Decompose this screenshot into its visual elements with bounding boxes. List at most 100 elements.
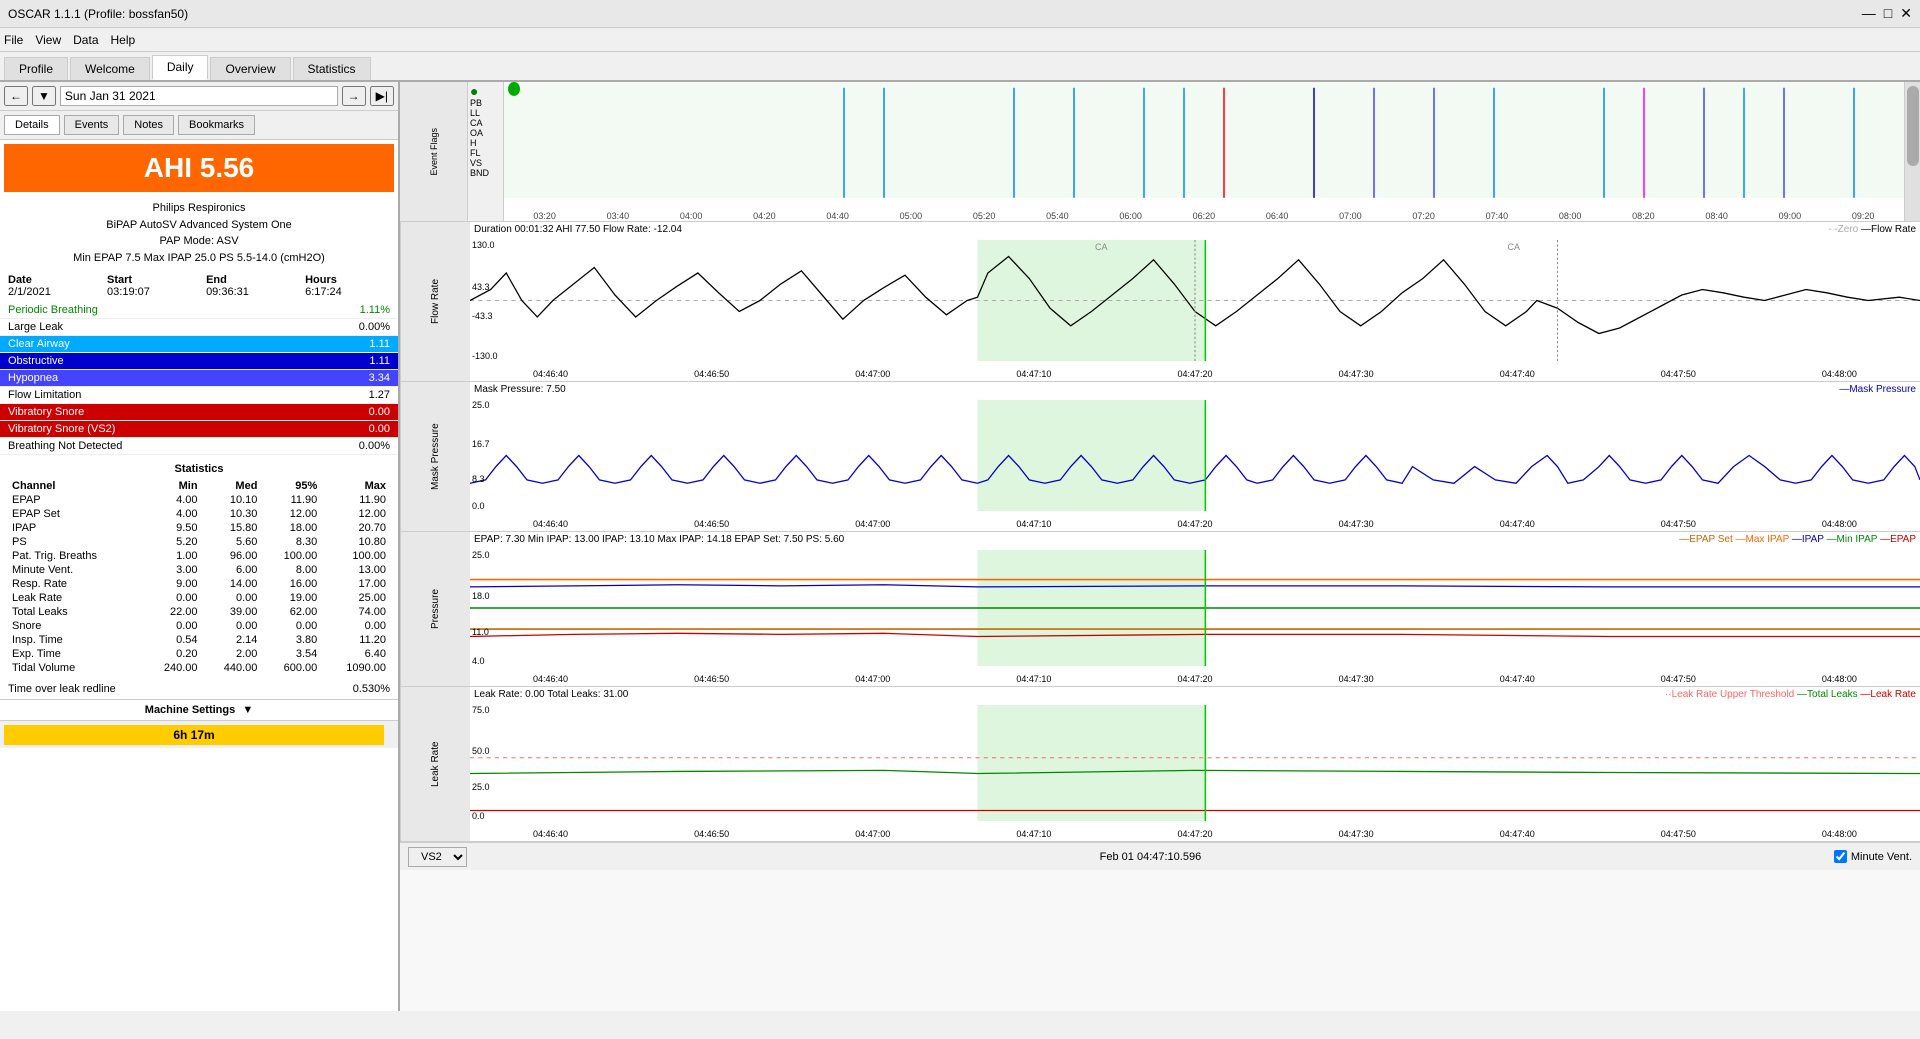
minute-vent-check[interactable] [1834, 850, 1847, 863]
stats-row: EPAP Set 4.00 10.30 12.00 12.00 [8, 507, 390, 521]
mask-pressure-legend: —Mask Pressure [1839, 384, 1916, 395]
flag-label-ll: LL [470, 108, 501, 118]
pressure-chart-row: Pressure EPAP: 7.30 Min IPAP: 13.00 IPAP… [400, 532, 1920, 687]
nav-forward-button[interactable]: → [342, 86, 366, 106]
minute-vent-checkbox: Minute Vent. [1834, 850, 1912, 863]
col-start: Start [107, 274, 206, 286]
subtab-notes[interactable]: Notes [123, 115, 174, 135]
time-over-leak-value: 0.530% [353, 683, 390, 695]
ahi-value: AHI 5.56 [144, 152, 255, 183]
mask-pressure-svg [470, 400, 1920, 511]
mask-pressure-chart-row: Mask Pressure Mask Pressure: 7.50 —Mask … [400, 382, 1920, 532]
flow-y-bottom: -130.0 [472, 351, 498, 361]
machine-settings: Machine Settings ▼ [0, 699, 398, 720]
left-panel: ← ▼ Sun Jan 31 2021 → ▶| Details Events … [0, 82, 400, 1011]
stats-row: Resp. Rate 9.00 14.00 16.00 17.00 [8, 577, 390, 591]
events-list: Periodic Breathing1.11%Large Leak0.00%Cl… [0, 302, 398, 455]
leak-rate-time-axis: 04:46:40 04:46:50 04:47:00 04:47:10 04:4… [470, 829, 1920, 839]
lr-y-bottom: 0.0 [472, 811, 485, 821]
leak-rate-content: Leak Rate: 0.00 Total Leaks: 31.00 ··Lea… [470, 687, 1920, 841]
subtab-bookmarks[interactable]: Bookmarks [178, 115, 255, 135]
event-row-oa: Obstructive1.11 [0, 353, 398, 370]
event-row-ca: Clear Airway1.11 [0, 336, 398, 353]
green-dot: ● [470, 84, 501, 98]
flow-rate-content: Duration 00:01:32 AHI 77.50 Flow Rate: -… [470, 222, 1920, 381]
nav-dropdown-button[interactable]: ▼ [32, 86, 56, 106]
titlebar-title: OSCAR 1.1.1 (Profile: bossfan50) [8, 7, 188, 21]
p-y-mid2: 11.0 [472, 627, 489, 637]
statistics-title: Statistics [8, 463, 390, 475]
tab-overview[interactable]: Overview [210, 57, 290, 80]
tabbar: Profile Welcome Daily Overview Statistic… [0, 52, 1920, 82]
tab-daily[interactable]: Daily [152, 55, 209, 80]
main-content: ← ▼ Sun Jan 31 2021 → ▶| Details Events … [0, 82, 1920, 1011]
flow-y-mid2: -43.3 [472, 311, 493, 321]
event-row-bnd: Breathing Not Detected0.00% [0, 438, 398, 455]
event-row-ll: Large Leak0.00% [0, 319, 398, 336]
stats-row: EPAP 4.00 10.10 11.90 11.90 [8, 493, 390, 507]
col-hours: Hours [305, 274, 390, 286]
stats-row: Tidal Volume 240.00 440.00 600.00 1090.0… [8, 661, 390, 675]
tab-statistics[interactable]: Statistics [293, 57, 371, 80]
event-row-vs: Vibratory Snore0.00 [0, 404, 398, 421]
leak-rate-y-label: Leak Rate [400, 687, 470, 841]
stats-col-min: Min [142, 479, 202, 493]
mp-y-top: 25.0 [472, 400, 490, 410]
event-flags-svg [504, 82, 1904, 221]
pressure-time-axis: 04:46:40 04:46:50 04:47:00 04:47:10 04:4… [470, 674, 1920, 684]
menu-file[interactable]: File [4, 33, 23, 47]
mask-pressure-time-axis: 04:46:40 04:46:50 04:47:00 04:47:10 04:4… [470, 519, 1920, 529]
mp-y-mid2: 8.3 [472, 474, 485, 484]
nav-date-input[interactable]: Sun Jan 31 2021 [60, 86, 338, 106]
pressure-svg [470, 550, 1920, 666]
flow-rate-title: Duration 00:01:32 AHI 77.50 Flow Rate: -… [474, 224, 682, 235]
pressure-legend: —EPAP Set —Max IPAP —IPAP —Min IPAP —EPA… [1679, 534, 1916, 545]
flow-rate-svg [470, 240, 1920, 361]
vs2-dropdown[interactable]: VS2 [408, 847, 467, 867]
session-start: 03:19:07 [107, 286, 206, 298]
nav-back-button[interactable]: ← [4, 86, 28, 106]
tab-profile[interactable]: Profile [4, 57, 68, 80]
flow-rate-y-label: Flow Rate [400, 222, 470, 381]
event-flags-title: Event Flags [429, 128, 439, 176]
bottom-bar: VS2 Feb 01 04:47:10.596 Minute Vent. [400, 842, 1920, 870]
flag-label-h: H [470, 138, 501, 148]
bottom-datetime: Feb 01 04:47:10.596 [475, 851, 1826, 863]
statistics-section: Statistics Channel Min Med 95% Max EPAP … [0, 455, 398, 679]
flow-y-mid1: 43.3 [472, 282, 490, 292]
pressure-y-label: Pressure [400, 532, 470, 686]
menu-data[interactable]: Data [73, 33, 98, 47]
scrollbar[interactable] [1904, 82, 1920, 221]
event-flags-labels: ● PB LL CA OA H FL VS BND [468, 82, 504, 221]
scrollbar-thumb[interactable] [1907, 86, 1919, 166]
subtab-details[interactable]: Details [4, 115, 60, 135]
subtab-events[interactable]: Events [64, 115, 120, 135]
session-date: 2/1/2021 [8, 286, 107, 298]
menu-help[interactable]: Help [111, 33, 136, 47]
device-settings: Min EPAP 7.5 Max IPAP 25.0 PS 5.5-14.0 (… [4, 250, 394, 267]
flow-rate-chart-row: Flow Rate Duration 00:01:32 AHI 77.50 Fl… [400, 222, 1920, 382]
tab-welcome[interactable]: Welcome [70, 57, 150, 80]
leak-rate-chart-row: Leak Rate Leak Rate: 0.00 Total Leaks: 3… [400, 687, 1920, 842]
pressure-title: EPAP: 7.30 Min IPAP: 13.00 IPAP: 13.10 M… [474, 534, 844, 545]
time-over-leak: Time over leak redline 0.530% [0, 679, 398, 699]
minimize-button[interactable]: — [1862, 5, 1876, 22]
stats-row: Total Leaks 22.00 39.00 62.00 74.00 [8, 605, 390, 619]
nav-forward-end-button[interactable]: ▶| [370, 86, 394, 106]
mp-y-mid1: 16.7 [472, 439, 490, 449]
ca-marker-2: CA [1508, 242, 1521, 252]
device-info: Philips Respironics BiPAP AutoSV Advance… [0, 196, 398, 270]
col-end: End [206, 274, 305, 286]
menu-view[interactable]: View [35, 33, 61, 47]
ahi-display: AHI 5.56 [4, 144, 394, 192]
mask-pressure-y-label: Mask Pressure [400, 382, 470, 531]
stats-row: Insp. Time 0.54 2.14 3.80 11.20 [8, 633, 390, 647]
nav-row: ← ▼ Sun Jan 31 2021 → ▶| [0, 82, 398, 111]
p-y-mid1: 18.0 [472, 591, 490, 601]
device-model: BiPAP AutoSV Advanced System One [4, 217, 394, 234]
pressure-content: EPAP: 7.30 Min IPAP: 13.00 IPAP: 13.10 M… [470, 532, 1920, 686]
maximize-button[interactable]: □ [1884, 5, 1892, 22]
close-button[interactable]: ✕ [1900, 5, 1912, 22]
flag-label-bnd: BND [470, 168, 501, 178]
leak-rate-title: Leak Rate: 0.00 Total Leaks: 31.00 [474, 689, 628, 700]
